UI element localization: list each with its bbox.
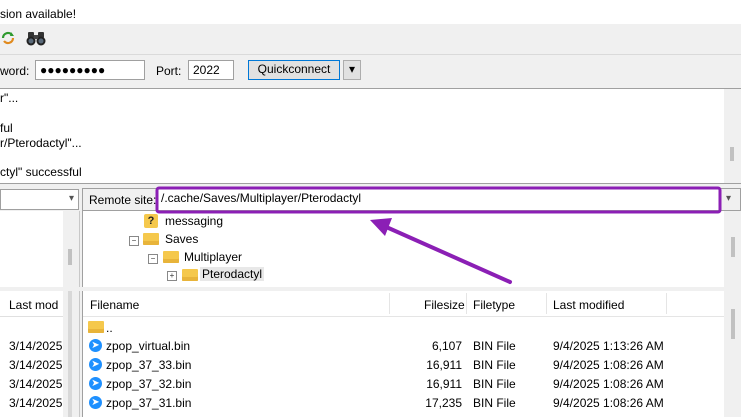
annotation-arrow-shaft (382, 224, 512, 284)
highlight-box (155, 186, 722, 214)
annotation-overlay (155, 186, 722, 284)
